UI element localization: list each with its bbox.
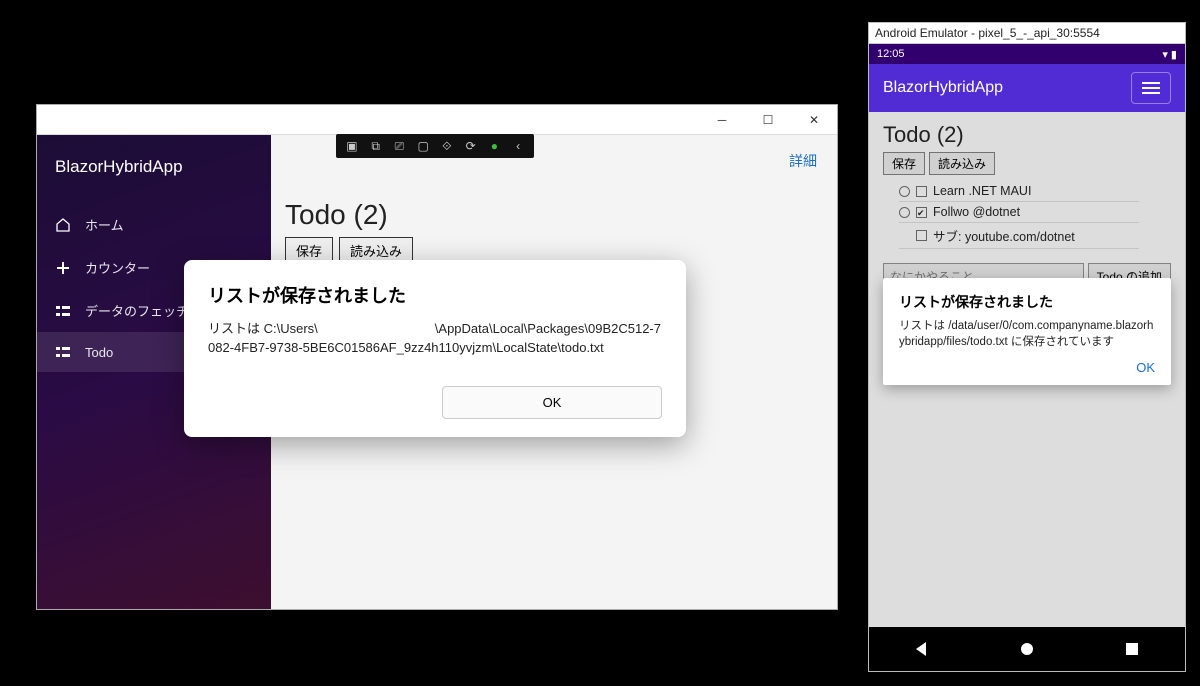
home-icon	[55, 217, 71, 233]
sidebar-item-home[interactable]: ホーム	[37, 203, 271, 246]
dialog-body: リストは /data/user/0/com.companyname.blazor…	[899, 318, 1155, 350]
home-button[interactable]	[1018, 640, 1036, 658]
dialog-title: リストが保存されました	[208, 282, 662, 308]
devtool-ruler-icon[interactable]: ⟐	[438, 137, 456, 155]
windows-save-dialog: リストが保存されました リストは C:\Users\ \AppData\Loca…	[184, 260, 686, 437]
android-emulator-window: Android Emulator - pixel_5_-_api_30:5554…	[868, 22, 1186, 672]
devtool-screen-icon[interactable]: ⧉	[367, 137, 385, 155]
dev-toolbar: ▣ ⧉ ⎚ ▢ ⟐ ⟳ ● ‹	[336, 134, 534, 158]
dialog-body: リストは C:\Users\ \AppData\Local\Packages\0…	[208, 320, 662, 358]
detail-link[interactable]: 詳細	[789, 151, 817, 171]
sidebar-item-label: カウンター	[85, 258, 150, 277]
list-icon	[55, 303, 71, 319]
app-brand: BlazorHybridApp	[37, 143, 271, 203]
list-icon	[55, 344, 71, 360]
status-clock: 12:05	[877, 48, 905, 60]
minimize-button[interactable]: ─	[699, 105, 745, 135]
dialog-title: リストが保存されました	[899, 292, 1155, 312]
dialog-ok-button[interactable]: OK	[442, 386, 662, 419]
app-brand: BlazorHybridApp	[883, 79, 1003, 97]
sidebar-item-label: Todo	[85, 345, 113, 360]
recents-button[interactable]	[1123, 640, 1141, 658]
maximize-button[interactable]: ☐	[745, 105, 791, 135]
sidebar-item-label: データのフェッチ	[85, 301, 189, 320]
plus-icon	[55, 260, 71, 276]
devtool-collapse-icon[interactable]: ‹	[509, 137, 527, 155]
android-nav-bar	[869, 627, 1185, 671]
status-icons: ▾ ▮	[1162, 48, 1177, 61]
devtool-box-icon[interactable]: ▢	[414, 137, 432, 155]
android-save-dialog: リストが保存されました リストは /data/user/0/com.compan…	[883, 278, 1171, 385]
android-app-header: BlazorHybridApp	[869, 64, 1185, 112]
sidebar-item-label: ホーム	[85, 215, 124, 234]
devtool-inspect-icon[interactable]: ▣	[343, 137, 361, 155]
close-button[interactable]: ✕	[791, 105, 837, 135]
page-title: Todo (2)	[285, 199, 823, 231]
android-status-bar: 12:05 ▾ ▮	[869, 44, 1185, 64]
emulator-title: Android Emulator - pixel_5_-_api_30:5554	[869, 23, 1185, 44]
hamburger-button[interactable]	[1131, 72, 1171, 104]
devtool-device-icon[interactable]: ⎚	[390, 137, 408, 155]
android-content: Todo (2) 保存 読み込み Learn .NET MAUI Follwo …	[869, 112, 1185, 627]
devtool-refresh-icon[interactable]: ⟳	[462, 137, 480, 155]
dialog-ok-button[interactable]: OK	[899, 360, 1155, 375]
window-titlebar: ─ ☐ ✕	[37, 105, 837, 135]
back-button[interactable]	[913, 640, 931, 658]
devtool-check-icon[interactable]: ●	[485, 137, 503, 155]
